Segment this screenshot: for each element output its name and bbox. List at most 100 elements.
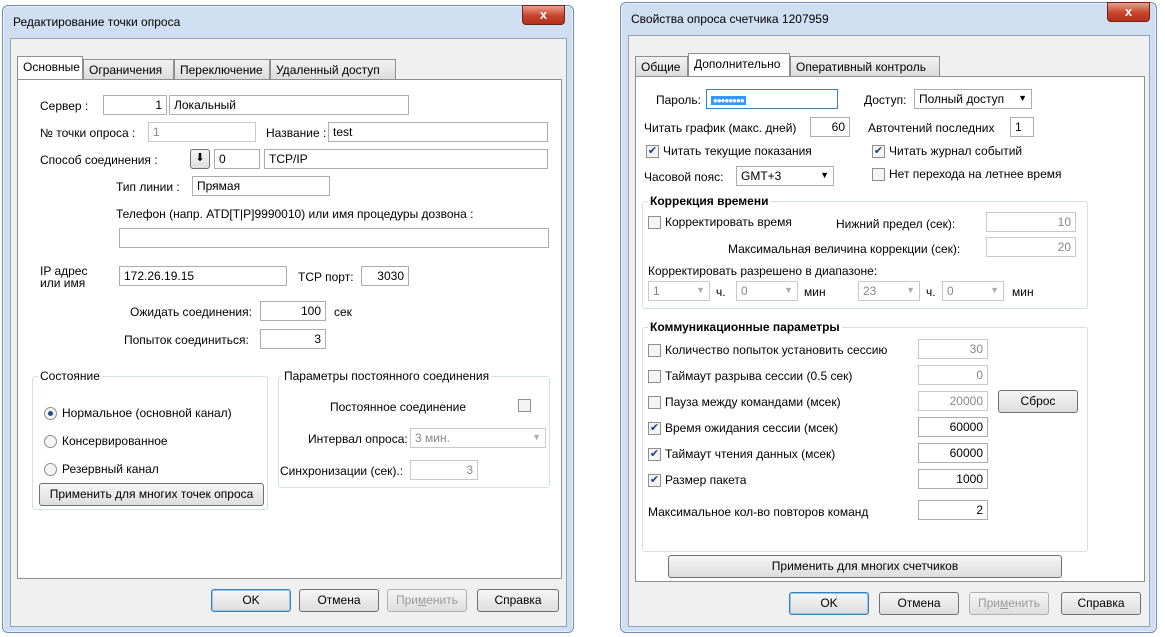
radio-normal-label[interactable]: Нормальное (основной канал) [62,406,232,420]
right-dialog: Свойства опроса счетчика 1207959 x Общие… [620,2,1157,633]
range-start-hour-select[interactable]: 1 [648,281,710,301]
autoread-field[interactable]: 1 [1010,117,1034,137]
ip-address-field[interactable]: 172.26.19.15 [119,266,287,286]
radio-reserve-label[interactable]: Резервный канал [62,462,159,476]
reset-button[interactable]: Сброс [998,390,1078,413]
read-current-checkbox[interactable] [646,145,659,158]
apply-many-meters-button[interactable]: Применить для многих счетчиков [668,555,1062,578]
connection-type-field[interactable]: TCP/IP [264,149,548,169]
command-pause-label[interactable]: Пауза между командами (мсек) [665,395,841,409]
data-read-timeout-label[interactable]: Таймаут чтения данных (мсек) [665,447,835,461]
wait-connection-label: Ожидать соединения: [130,305,252,319]
session-break-timeout-checkbox[interactable] [648,370,661,383]
correct-time-checkbox[interactable] [648,216,661,229]
close-icon[interactable]: x [522,5,565,25]
packet-size-checkbox[interactable] [648,474,661,487]
radio-conserved-label[interactable]: Консервированное [62,434,168,448]
server-name-field[interactable]: Локальный [169,95,409,115]
wait-unit-label: сек [334,305,352,319]
point-number-field[interactable]: 1 [148,122,256,142]
session-break-timeout-label[interactable]: Таймаут разрыва сессии (0.5 сек) [665,369,852,383]
data-read-timeout-field[interactable]: 60000 [918,443,988,463]
access-label: Доступ: [864,93,907,107]
tab-operational-control[interactable]: Оперативный контроль [790,56,940,76]
cancel-button[interactable]: Отмена [299,589,379,612]
max-correction-field[interactable]: 20 [986,237,1076,257]
line-type-field[interactable]: Прямая [192,176,330,196]
correct-time-label[interactable]: Корректировать время [665,215,792,229]
session-attempts-checkbox[interactable] [648,344,661,357]
autoread-label: Авточтений последних [868,121,995,135]
tcp-port-field[interactable]: 3030 [361,266,409,286]
left-tab-panel: Сервер : 1 Локальный № точки опроса : 1 … [17,79,562,579]
connect-tries-label: Попыток соединиться: [124,333,249,347]
sync-field[interactable]: 3 [410,460,478,480]
name-field[interactable]: test [328,122,548,142]
apply-button[interactable]: Применить [969,592,1049,615]
permanent-connection-checkbox[interactable] [518,399,531,412]
read-journal-checkbox[interactable] [872,145,885,158]
no-dst-checkbox[interactable] [872,168,885,181]
cancel-button[interactable]: Отмена [879,592,959,615]
close-icon[interactable]: x [1107,2,1150,22]
lower-limit-label: Нижний предел (сек): [836,217,956,231]
range-end-hour-select[interactable]: 23 [858,281,920,301]
server-label: Сервер : [40,99,89,113]
point-number-label: № точки опроса : [40,126,136,140]
packet-size-field[interactable]: 1000 [918,469,988,489]
session-wait-label[interactable]: Время ожидания сессии (мсек) [665,421,838,435]
read-graph-field[interactable]: 60 [810,117,850,137]
right-dialog-title: Свойства опроса счетчика 1207959 [631,12,829,26]
session-attempts-label[interactable]: Количество попыток установить сессию [665,343,887,357]
no-dst-label[interactable]: Нет перехода на летнее время [889,167,1062,181]
left-dialog: Редактирование точки опроса x Основные О… [2,5,574,633]
range-start-min-select[interactable]: 0 [736,281,798,301]
session-wait-checkbox[interactable] [648,422,661,435]
command-pause-checkbox[interactable] [648,396,661,409]
access-select[interactable]: Полный доступ [914,89,1032,109]
read-current-label[interactable]: Читать текущие показания [663,144,812,158]
apply-button-label-hotkey: м [418,593,427,607]
communication-title: Коммуникационные параметры [648,320,842,334]
range-end-min-select[interactable]: 0 [942,281,1004,301]
radio-conserved[interactable] [44,435,57,448]
help-button[interactable]: Справка [477,589,559,612]
packet-size-label[interactable]: Размер пакета [665,473,746,487]
poll-interval-select[interactable]: 3 мин. [410,428,546,448]
tab-limits[interactable]: Ограничения [83,59,174,79]
wait-connection-field[interactable]: 100 [260,301,326,321]
connection-number-field[interactable]: 0 [214,149,260,169]
range-end-hour-unit: ч. [926,285,936,299]
connection-select-button[interactable]: ⬇ [190,149,210,169]
session-break-timeout-field[interactable]: 0 [918,365,988,385]
timezone-select[interactable]: GMT+3 [736,166,834,186]
tab-switching[interactable]: Переключение [174,59,270,79]
data-read-timeout-checkbox[interactable] [648,448,661,461]
tab-additional[interactable]: Дополнительно [688,53,790,76]
apply-button[interactable]: Применить [387,589,467,612]
tab-main[interactable]: Основные [17,56,83,79]
ok-button[interactable]: OK [211,589,291,612]
read-journal-label[interactable]: Читать журнал событий [889,144,1022,158]
lower-limit-field[interactable]: 10 [986,212,1076,232]
radio-reserve[interactable] [44,463,57,476]
phone-field[interactable] [119,228,549,248]
tab-remote-access[interactable]: Удаленный доступ [270,59,396,79]
apply-many-points-button[interactable]: Применить для многих точек опроса [39,483,264,506]
command-pause-field[interactable]: 20000 [918,391,988,411]
sync-label: Синхронизации (сек).: [280,464,404,478]
radio-normal[interactable] [44,407,57,420]
max-repeats-field[interactable]: 2 [918,500,988,520]
right-titlebar[interactable]: Свойства опроса счетчика 1207959 x [621,2,1156,33]
state-group-title: Состояние [38,369,102,383]
session-attempts-field[interactable]: 30 [918,339,988,359]
session-wait-field[interactable]: 60000 [918,417,988,437]
connect-tries-field[interactable]: 3 [260,329,326,349]
left-titlebar[interactable]: Редактирование точки опроса x [3,5,573,36]
ok-button[interactable]: OK [789,592,869,615]
password-field[interactable]: ●●●●●●●● [706,89,838,109]
help-button[interactable]: Справка [1061,592,1141,615]
password-value: ●●●●●●●● [711,96,746,105]
tab-general[interactable]: Общие [635,56,688,76]
server-number-field[interactable]: 1 [103,95,167,115]
